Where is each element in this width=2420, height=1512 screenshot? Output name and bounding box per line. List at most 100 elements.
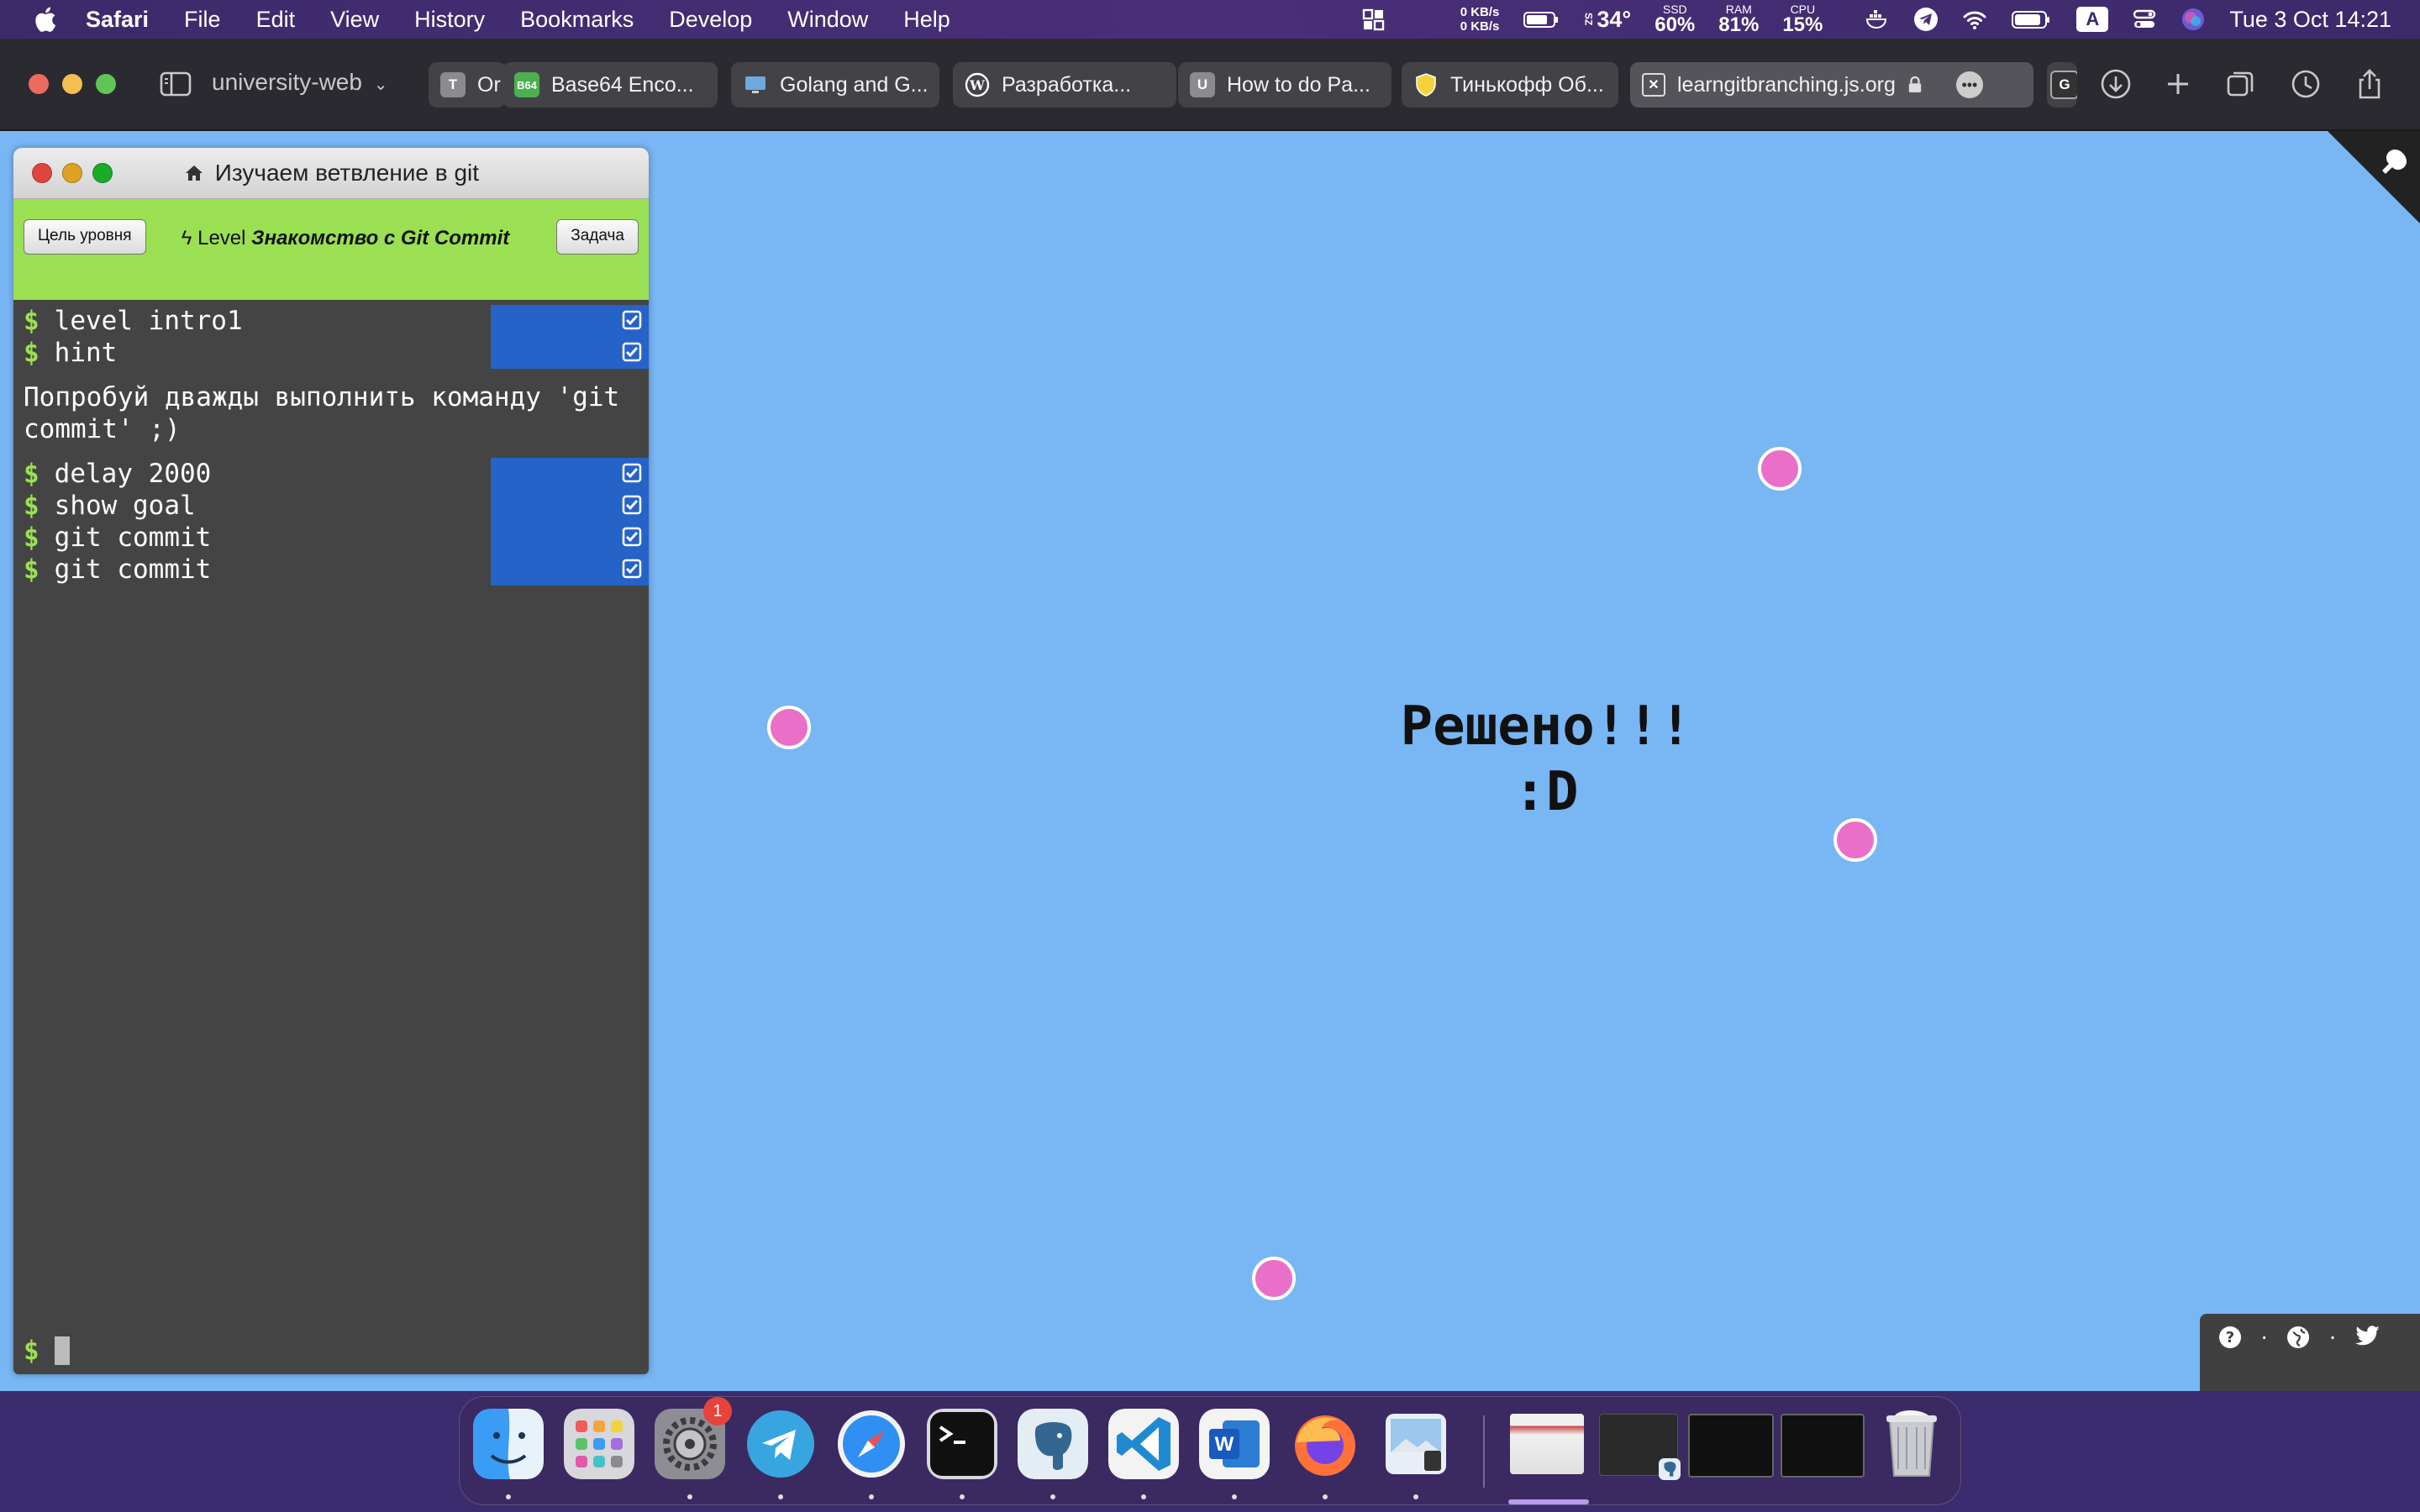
command-window-title: Изучаем ветвление в git xyxy=(13,148,649,198)
menu-edit[interactable]: Edit xyxy=(256,7,296,33)
telegram-dock-icon[interactable] xyxy=(745,1409,816,1479)
postgresql-dock-icon[interactable] xyxy=(1018,1409,1088,1479)
ram-stat[interactable]: RAM 81% xyxy=(1718,3,1759,35)
command-prompt-symbol: $ xyxy=(24,459,39,489)
browser-tab[interactable]: Golang and G... xyxy=(731,62,939,108)
more-options-icon[interactable]: ••• xyxy=(1955,71,1983,98)
clock[interactable]: Tue 3 Oct 14:21 xyxy=(2229,7,2391,33)
command-prompt-symbol: $ xyxy=(24,338,39,368)
safari-dock-icon[interactable] xyxy=(836,1409,907,1479)
window-close-button[interactable] xyxy=(29,74,49,94)
sidebar-toggle-icon[interactable] xyxy=(160,71,192,97)
commit-node[interactable] xyxy=(1252,1257,1296,1300)
browser-tab[interactable]: T Or xyxy=(429,62,506,108)
browser-tab[interactable]: U How to do Pa... xyxy=(1178,62,1392,108)
downloads-icon[interactable] xyxy=(2099,67,2133,101)
menu-develop[interactable]: Develop xyxy=(669,7,752,33)
close-tab-icon[interactable]: ✕ xyxy=(1642,73,1665,97)
word-dock-icon[interactable]: W xyxy=(1199,1409,1270,1479)
command-window: Изучаем ветвление в git Цель уровня ϟ Le… xyxy=(13,148,649,1374)
command-prompt-symbol: $ xyxy=(24,306,39,336)
browser-tab[interactable]: B64 Base64 Enco... xyxy=(502,62,718,108)
temperature[interactable]: SZ 34° xyxy=(1582,6,1632,33)
level-bar: Цель уровня ϟ Level Знакомство с Git Com… xyxy=(13,199,649,300)
firefox-dock-icon[interactable] xyxy=(1290,1409,1360,1479)
commit-node[interactable] xyxy=(767,706,811,749)
share-icon[interactable] xyxy=(2353,67,2386,101)
level-prefix: Level xyxy=(197,227,246,249)
command-entry: $ hint xyxy=(24,337,649,369)
network-stats[interactable]: 0 KB/s 0 KB/s xyxy=(1460,5,1500,34)
svg-text:W: W xyxy=(1215,1433,1234,1456)
stage-manager-icon[interactable] xyxy=(1361,7,1386,32)
monitor-favicon-icon xyxy=(745,76,765,93)
browser-tab[interactable]: Тинькофф Об... xyxy=(1402,62,1618,108)
apple-menu-icon[interactable] xyxy=(32,5,57,34)
tab-group-selector[interactable]: university-web ⌄ xyxy=(212,69,388,96)
github-corner-icon[interactable] xyxy=(2328,131,2420,223)
browser-tab[interactable]: W Разработка... xyxy=(953,62,1176,108)
menu-app-name[interactable]: Safari xyxy=(86,7,149,33)
finder-dock-icon[interactable] xyxy=(473,1409,544,1479)
command-input[interactable]: $ xyxy=(24,1336,70,1366)
window-minimize-button[interactable] xyxy=(62,74,82,94)
telegram-status-icon[interactable] xyxy=(1913,7,1939,32)
preview-dock-icon[interactable] xyxy=(1381,1409,1451,1479)
help-icon[interactable]: ? xyxy=(2218,1326,2242,1349)
command-text: hint xyxy=(54,338,118,368)
cpu-stat[interactable]: CPU 15% xyxy=(1782,3,1823,35)
commit-node[interactable] xyxy=(1758,447,1802,491)
launchpad-dock-icon[interactable] xyxy=(564,1409,634,1479)
command-prompt-symbol: $ xyxy=(24,491,39,521)
ram-value: 81% xyxy=(1718,13,1760,36)
wifi-icon[interactable] xyxy=(1962,7,1987,32)
wordpress-favicon-icon: W xyxy=(965,72,990,97)
hint-text: Попробуй дважды выполнить команду 'git c… xyxy=(24,382,635,444)
active-browser-tab[interactable]: ✕ learngitbranching.js.org ••• xyxy=(1630,62,2033,108)
command-status xyxy=(491,490,649,522)
menu-file[interactable]: File xyxy=(184,7,221,33)
tab-group-name: university-web xyxy=(212,69,362,95)
docker-icon[interactable] xyxy=(1865,7,1890,32)
running-indicator xyxy=(506,1494,511,1499)
help-bar: ? · · xyxy=(2200,1314,2420,1391)
trash-dock-icon[interactable] xyxy=(1876,1409,1947,1479)
browser-tab[interactable]: G xyxy=(2047,62,2077,108)
learngitbranching-page: Изучаем ветвление в git Цель уровня ϟ Le… xyxy=(0,131,2420,1391)
vscode-dock-icon[interactable] xyxy=(1108,1409,1179,1479)
minimized-window-thumbnail[interactable] xyxy=(1781,1414,1865,1478)
twitter-icon[interactable] xyxy=(2354,1326,2381,1347)
terminal-dock-icon[interactable] xyxy=(927,1409,997,1479)
command-window-titlebar[interactable]: Изучаем ветвление в git xyxy=(13,148,649,199)
siri-icon[interactable] xyxy=(2181,7,2206,32)
menu-history[interactable]: History xyxy=(414,7,485,33)
minimized-window-thumbnail[interactable] xyxy=(1688,1414,1774,1478)
level-label[interactable]: ϟ Level Знакомство с Git Commit xyxy=(173,226,518,251)
separator-dot: · xyxy=(2260,1323,2269,1349)
globe-icon[interactable] xyxy=(2286,1326,2310,1349)
window-zoom-button[interactable] xyxy=(96,74,116,94)
check-icon xyxy=(622,310,642,330)
commit-node[interactable] xyxy=(1833,818,1877,862)
command-history: $ level intro1 $ hint Попробуй дважды выпо… xyxy=(13,300,649,585)
input-source-icon[interactable]: A xyxy=(2076,7,2109,32)
history-icon[interactable] xyxy=(2289,67,2323,101)
level-goal-button[interactable]: Цель уровня xyxy=(24,219,146,255)
battery-icon[interactable] xyxy=(2011,7,2053,32)
temperature-value: 34° xyxy=(1597,6,1632,32)
minimized-window-thumbnail[interactable] xyxy=(1510,1414,1584,1474)
menu-bookmarks[interactable]: Bookmarks xyxy=(520,7,634,33)
control-center-icon[interactable] xyxy=(2132,7,2157,32)
menu-help[interactable]: Help xyxy=(903,7,950,33)
minimized-window-thumbnail[interactable] xyxy=(1599,1414,1681,1480)
menu-view[interactable]: View xyxy=(330,7,379,33)
tab-overview-icon[interactable] xyxy=(2223,67,2257,101)
level-name: Знакомство с Git Commit xyxy=(251,227,510,249)
task-button[interactable]: Задача xyxy=(556,219,639,255)
ssd-stat[interactable]: SSD 60% xyxy=(1655,3,1695,35)
battery-small-icon[interactable] xyxy=(1523,7,1560,32)
tab-favicon-base64: B64 xyxy=(514,72,539,97)
new-tab-icon[interactable] xyxy=(2161,67,2195,101)
menu-window[interactable]: Window xyxy=(787,7,868,33)
cpu-value: 15% xyxy=(1782,13,1823,36)
